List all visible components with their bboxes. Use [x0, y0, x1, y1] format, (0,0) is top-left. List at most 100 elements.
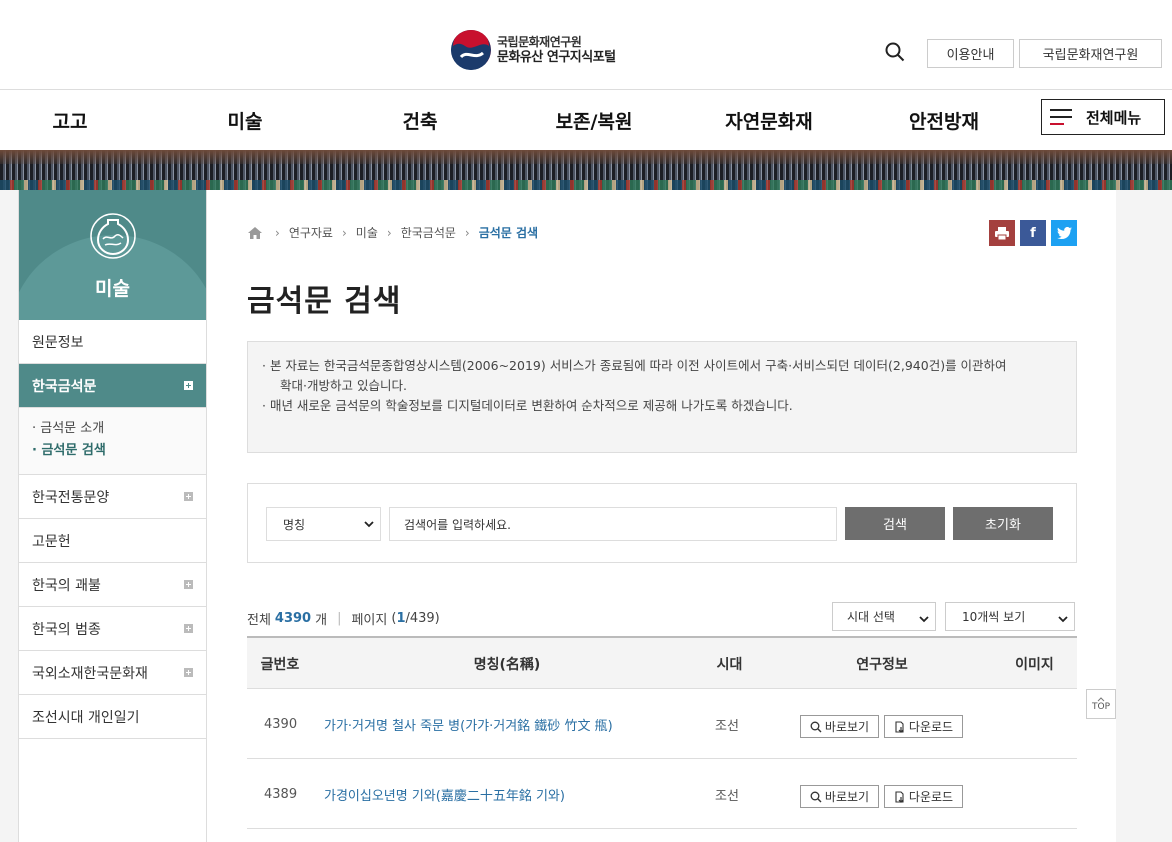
- site-logo[interactable]: 국립문화재연구원 문화유산 연구지식포털: [451, 30, 616, 70]
- home-icon[interactable]: [248, 226, 262, 239]
- nrich-link-button[interactable]: 국립문화재연구원: [1019, 39, 1162, 68]
- row-era: 조선: [715, 718, 739, 734]
- twitter-icon: [1056, 227, 1072, 239]
- notice-box: · 본 자료는 한국금석문종합영상시스템(2006~2019) 서비스가 종료됨…: [247, 341, 1077, 453]
- download-icon: [895, 720, 904, 733]
- sidebar-item-old-books[interactable]: 고문헌: [19, 519, 206, 563]
- view-button-label: 바로보기: [824, 790, 870, 804]
- expand-plus-icon[interactable]: [184, 492, 193, 501]
- row-name-link[interactable]: 가경이십오년명 기와(嘉慶二十五年銘 기와): [324, 759, 565, 829]
- sidebar-item-bronze-bells[interactable]: 한국의 범종: [19, 607, 206, 651]
- page-total: /439): [405, 611, 440, 626]
- sidebar-item-label: 한국의 범종: [32, 621, 101, 638]
- allmenu-label: 전체메뉴: [1086, 108, 1142, 127]
- sidebar-item-original-info[interactable]: 원문정보: [19, 320, 206, 364]
- chevron-down-icon: [1058, 616, 1068, 623]
- chevron-right-icon: ›: [464, 225, 470, 240]
- col-header-name: 명칭(名稱): [473, 656, 541, 673]
- gnb-item-art[interactable]: 미술: [170, 90, 320, 150]
- breadcrumb: › 연구자료 › 미술 › 한국금석문 › 금석문 검색: [248, 224, 538, 241]
- page-title: 금석문 검색: [247, 284, 402, 319]
- main-navigation: 고고 미술 건축 보존/복원 자연문화재 안전방재 전체메뉴: [0, 90, 1172, 150]
- magnifier-icon: [810, 721, 822, 732]
- download-button[interactable]: 다운로드: [884, 785, 963, 808]
- divider: |: [337, 611, 342, 626]
- row-number: 4390: [264, 716, 298, 732]
- gnb-item-architecture[interactable]: 건축: [345, 90, 495, 150]
- reset-button[interactable]: 초기화: [953, 507, 1053, 540]
- sidebar-item-label: 국외소재한국문화재: [32, 665, 148, 682]
- print-button[interactable]: [989, 220, 1015, 246]
- guide-button[interactable]: 이용안내: [927, 39, 1014, 68]
- table-header: 글번호 명칭(名稱) 시대 연구정보 이미지: [247, 636, 1077, 689]
- scroll-top-label: TOP: [1091, 701, 1110, 712]
- sidebar-item-overseas-heritage[interactable]: 국외소재한국문화재: [19, 651, 206, 695]
- sidebar-item-korean-epigraphy[interactable]: 한국금석문: [19, 364, 206, 408]
- sidebar-item-traditional-patterns[interactable]: 한국전통문양: [19, 475, 206, 519]
- download-button[interactable]: 다운로드: [884, 715, 963, 738]
- chevron-right-icon: ›: [275, 225, 280, 240]
- magnifier-icon: [810, 791, 822, 802]
- breadcrumb-item[interactable]: 연구자료: [289, 224, 333, 241]
- sidebar-item-label: 원문정보: [32, 334, 84, 351]
- gnb-item-archaeology[interactable]: 고고: [0, 90, 145, 150]
- total-unit: 개: [315, 613, 328, 628]
- row-number: 4389: [264, 786, 298, 802]
- submenu-item-epigraphy-search[interactable]: · 금석문 검색: [32, 440, 193, 462]
- gnb-item-disaster-safety[interactable]: 안전방재: [869, 90, 1019, 150]
- col-header-era: 시대: [716, 656, 743, 673]
- facebook-share-button[interactable]: f: [1020, 220, 1046, 246]
- download-icon: [895, 790, 904, 803]
- col-header-research-info: 연구정보: [856, 656, 908, 673]
- search-field-select-value: 명칭: [283, 517, 306, 532]
- total-label: 전체: [247, 613, 271, 628]
- vase-emblem-icon: [89, 212, 137, 260]
- breadcrumb-current: 금석문 검색: [478, 226, 539, 240]
- view-button[interactable]: 바로보기: [800, 785, 879, 808]
- gnb-item-conservation[interactable]: 보존/복원: [519, 90, 669, 150]
- search-icon[interactable]: [885, 42, 905, 62]
- expand-plus-icon[interactable]: [184, 381, 193, 390]
- total-count: 4390: [274, 611, 312, 626]
- sidebar: 미술 원문정보 한국금석문 · 금석문 소개 · 금석문 검색 한국전통문양 고…: [18, 190, 207, 842]
- sidebar-item-label: 고문헌: [32, 533, 71, 550]
- hamburger-icon: [1050, 104, 1072, 130]
- sidebar-item-joseon-diaries[interactable]: 조선시대 개인일기: [19, 695, 206, 739]
- logo-portal-name: 문화유산 연구지식포털: [497, 50, 616, 65]
- sidebar-title: 미술: [95, 278, 130, 300]
- submenu-item-epigraphy-intro[interactable]: · 금석문 소개: [32, 418, 193, 440]
- expand-plus-icon[interactable]: [184, 668, 193, 677]
- search-panel: 명칭 검색어를 입력하세요. 검색 초기화: [247, 483, 1077, 563]
- top-header: 국립문화재연구원 문화유산 연구지식포털 이용안내 국립문화재연구원: [0, 0, 1172, 90]
- view-button[interactable]: 바로보기: [800, 715, 879, 738]
- scroll-top-button[interactable]: TOP: [1086, 689, 1116, 719]
- table-row: 4390 가가·거겨명 철사 죽문 병(가갸·거겨銘 鐵砂 竹文 甁) 조선 바…: [247, 689, 1077, 759]
- search-button[interactable]: 검색: [845, 507, 945, 540]
- sidebar-submenu: · 금석문 소개 · 금석문 검색: [19, 408, 206, 475]
- header-banner-image: [0, 150, 1172, 190]
- breadcrumb-item[interactable]: 한국금석문: [401, 224, 456, 241]
- twitter-share-button[interactable]: [1051, 220, 1077, 246]
- row-name-link[interactable]: 가가·거겨명 철사 죽문 병(가갸·거겨銘 鐵砂 竹文 甁): [324, 689, 613, 759]
- notice-line: · 매년 새로운 금석문의 학술정보를 디지털데이터로 변환하여 순차적으로 제…: [262, 398, 793, 413]
- sidebar-item-label: 한국전통문양: [32, 489, 110, 506]
- sidebar-item-label: 조선시대 개인일기: [32, 709, 140, 726]
- era-select[interactable]: 시대 선택: [832, 602, 936, 631]
- print-icon: [995, 226, 1009, 240]
- expand-plus-icon[interactable]: [184, 580, 193, 589]
- expand-plus-icon[interactable]: [184, 624, 193, 633]
- breadcrumb-item[interactable]: 미술: [356, 224, 378, 241]
- download-button-label: 다운로드: [908, 790, 954, 804]
- allmenu-button[interactable]: 전체메뉴: [1041, 99, 1165, 135]
- per-page-select-value: 10개씩 보기: [962, 610, 1026, 624]
- search-field-select[interactable]: 명칭: [266, 507, 381, 541]
- notice-line: 확대·개방하고 있습니다.: [280, 378, 407, 393]
- download-button-label: 다운로드: [908, 720, 954, 734]
- table-row: 4389 가경이십오년명 기와(嘉慶二十五年銘 기와) 조선 바로보기 다운로드: [247, 759, 1077, 829]
- gnb-item-natural-heritage[interactable]: 자연문화재: [694, 90, 844, 150]
- per-page-select[interactable]: 10개씩 보기: [945, 602, 1075, 631]
- search-input[interactable]: 검색어를 입력하세요.: [389, 507, 837, 541]
- result-summary: 전체 4390 개 | 페이지 ( 1 /439): [247, 609, 440, 628]
- sidebar-item-gwaebul[interactable]: 한국의 괘불: [19, 563, 206, 607]
- page-current: 1: [396, 611, 406, 626]
